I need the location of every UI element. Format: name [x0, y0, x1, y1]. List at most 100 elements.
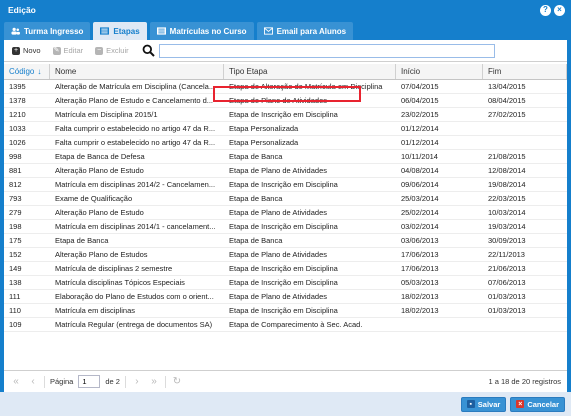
prev-page-icon[interactable]: ‹	[27, 376, 39, 387]
pencil-icon: ✎	[52, 46, 61, 55]
cell-inicio: 01/12/2014	[401, 124, 439, 133]
table-row[interactable]: 109 Matrícula Regular (entrega de documen…	[4, 318, 567, 332]
tab-bar: Turma Ingresso Etapas Matrículas no Curs…	[4, 20, 567, 40]
column-header-nome[interactable]: Nome	[50, 64, 224, 79]
cell-nome: Matrícula de disciplinas 2 semestre	[55, 264, 173, 273]
column-header-codigo[interactable]: Código ↓	[4, 64, 50, 79]
column-header-fim[interactable]: Fim	[483, 64, 567, 79]
tab-label: Turma Ingresso	[24, 26, 84, 36]
cell-fim: 13/04/2015	[488, 82, 526, 91]
cell-inicio: 07/04/2015	[401, 82, 439, 91]
table-row[interactable]: 138 Matrícula disciplinas Tópicos Especia…	[4, 276, 567, 290]
table-row[interactable]: 111 Elaboração do Plano de Estudos com o …	[4, 290, 567, 304]
cell-codigo: 1395	[9, 82, 26, 91]
page-number-input[interactable]	[78, 375, 101, 388]
cell-tipo-etapa: Etapa de Plano de Atividades	[229, 208, 327, 217]
grid-body: 1395 Alteração de Matrícula em Disciplina…	[4, 80, 567, 332]
cell-inicio: 09/06/2014	[401, 180, 439, 189]
table-row[interactable]: 1033 Falta cumprir o estabelecido no arti…	[4, 122, 567, 136]
table-row[interactable]: 175 Etapa de Banca Etapa de Banca 03/06/201…	[4, 234, 567, 248]
cell-fim: 19/03/2014	[488, 222, 526, 231]
cell-codigo: 138	[9, 278, 22, 287]
cell-tipo-etapa: Etapa de Inscrição em Disciplina	[229, 222, 338, 231]
cell-inicio: 17/06/2013	[401, 264, 439, 273]
search-input[interactable]	[158, 43, 495, 58]
cell-inicio: 04/08/2014	[401, 166, 439, 175]
table-row[interactable]: 1210 Matrícula em Disciplina 2015/1 Etapa …	[4, 108, 567, 122]
cell-nome: Exame de Qualificação	[55, 194, 133, 203]
cell-codigo: 198	[9, 222, 22, 231]
cell-fim	[483, 136, 567, 149]
tab-turma-ingresso[interactable]: Turma Ingresso	[4, 22, 91, 40]
tab-email-alunos[interactable]: Email para Alunos	[256, 22, 354, 40]
tab-etapas[interactable]: Etapas	[93, 22, 147, 40]
cell-nome: Alteração Plano de Estudos	[55, 250, 148, 259]
column-header-tipo-etapa[interactable]: Tipo Etapa	[224, 64, 396, 79]
table-row[interactable]: 1026 Falta cumprir o estabelecido no arti…	[4, 136, 567, 150]
cell-fim: 27/02/2015	[488, 110, 526, 119]
table-row[interactable]: 110 Matrícula em disciplinas Etapa de Insc…	[4, 304, 567, 318]
tab-label: Email para Alunos	[276, 26, 347, 36]
table-row[interactable]: 793 Exame de Qualificação Etapa de Banca 25…	[4, 192, 567, 206]
table-row[interactable]: 1395 Alteração de Matrícula em Disciplina…	[4, 80, 567, 94]
cell-tipo-etapa: Etapa de Banca	[229, 152, 283, 161]
table-row[interactable]: 998 Etapa de Banca de Defesa Etapa de Banc…	[4, 150, 567, 164]
help-icon[interactable]: ?	[540, 4, 551, 16]
table-row[interactable]: 149 Matrícula de disciplinas 2 semestre Et…	[4, 262, 567, 276]
list-icon	[156, 27, 166, 35]
edit-button-label: Editar	[63, 46, 84, 55]
last-page-icon[interactable]: »	[148, 376, 160, 387]
next-page-icon[interactable]: ›	[131, 376, 143, 387]
delete-button[interactable]: − Excluir	[92, 44, 132, 58]
new-button[interactable]: + Novo	[9, 44, 44, 58]
cell-tipo-etapa: Etapa de Inscrição em Disciplina	[229, 180, 338, 189]
cell-inicio: 18/02/2013	[401, 292, 439, 301]
page-label: Página	[50, 377, 74, 386]
cell-codigo: 1210	[9, 110, 26, 119]
cell-nome: Etapa de Banca	[55, 236, 109, 245]
table-row[interactable]: 881 Alteração Plano de Estudo Etapa de Pla…	[4, 164, 567, 178]
close-icon[interactable]: ×	[554, 4, 565, 16]
edit-window: Edição ? × Turma Ingresso Etapas Matrícu…	[0, 0, 571, 416]
cell-nome: Matrícula em disciplinas	[55, 306, 136, 315]
cell-inicio: 25/02/2014	[401, 208, 439, 217]
cell-codigo: 881	[9, 166, 22, 175]
pager-separator	[124, 375, 126, 388]
cell-inicio: 25/03/2014	[401, 194, 439, 203]
cell-codigo: 110	[9, 306, 21, 315]
table-row[interactable]: 812 Matrícula em disciplinas 2014/2 - Can…	[4, 178, 567, 192]
edit-button[interactable]: ✎ Editar	[50, 44, 87, 58]
cell-fim	[483, 122, 567, 135]
table-row[interactable]: 279 Alteração Plano de Estudo Etapa de Pla…	[4, 206, 567, 220]
save-button-label: Salvar	[477, 399, 501, 409]
table-row[interactable]: 1378 Alteração Plano de Estudo e Cancelam…	[4, 94, 567, 108]
table-row[interactable]: 198 Matrícula em disciplinas 2014/1 - can…	[4, 220, 567, 234]
cancel-button[interactable]: × Cancelar	[510, 396, 565, 412]
cell-fim: 08/04/2015	[488, 96, 526, 105]
cell-inicio: 03/06/2013	[401, 236, 439, 245]
cancel-button-label: Cancelar	[527, 399, 559, 409]
search-icon[interactable]	[142, 44, 155, 57]
plus-icon: +	[12, 46, 20, 55]
cell-inicio: 23/02/2015	[401, 110, 439, 119]
cell-nome: Falta cumprir o estabelecido no artigo 4…	[55, 138, 216, 147]
cell-nome: Matrícula em disciplinas 2014/1 - cancel…	[55, 222, 216, 231]
minus-icon: −	[95, 46, 104, 55]
table-row[interactable]: 152 Alteração Plano de Estudos Etapa de Pl…	[4, 248, 567, 262]
column-header-inicio[interactable]: Início	[396, 64, 483, 79]
cell-fim	[483, 318, 567, 331]
tab-matriculas-curso[interactable]: Matrículas no Curso	[149, 22, 254, 40]
cell-fim: 10/03/2014	[488, 208, 526, 217]
cell-fim: 19/08/2014	[488, 180, 526, 189]
grid-header: Código ↓ Nome Tipo Etapa Início Fim	[4, 64, 567, 80]
refresh-icon[interactable]: ↻	[171, 376, 183, 387]
cell-nome: Alteração Plano de Estudo e Cancelamento…	[55, 96, 214, 105]
sort-down-icon: ↓	[37, 67, 42, 76]
cell-nome: Matrícula disciplinas Tópicos Especiais	[55, 278, 185, 287]
cell-fim: 22/03/2015	[488, 194, 526, 203]
cell-codigo: 793	[9, 194, 22, 203]
cell-nome: Alteração de Matrícula em Disciplina (Ca…	[55, 82, 216, 91]
first-page-icon[interactable]: «	[10, 376, 22, 387]
floppy-icon: ▪	[466, 400, 475, 408]
save-button[interactable]: ▪ Salvar	[460, 396, 507, 412]
